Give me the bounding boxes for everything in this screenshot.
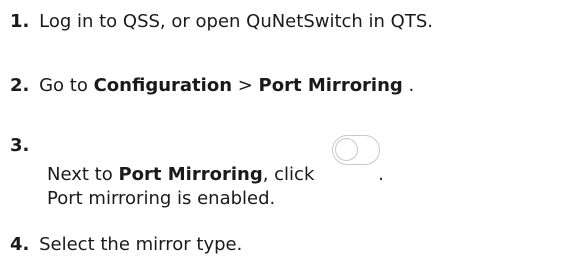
step-text: Select the mirror type.	[39, 234, 243, 255]
toggle-off-icon[interactable]	[332, 135, 380, 165]
step-text-suffix: .	[378, 164, 384, 185]
step-text-suffix: .	[402, 75, 415, 96]
step-1: 1. Log in to QSS, or open QuNetSwitch in…	[10, 10, 433, 34]
step-text-prefix: Go to	[39, 75, 94, 96]
step-4: 4. Select the mirror type.	[10, 233, 242, 257]
step-3-result: Port mirroring is enabled.	[47, 188, 276, 209]
menu-configuration: Configuration	[93, 75, 233, 96]
menu-port-mirroring: Port Mirroring	[258, 75, 403, 96]
step-number: 1.	[10, 11, 30, 32]
step-3: 3. Next to Port Mirroring, click . Port …	[10, 134, 384, 209]
step-number: 4.	[10, 234, 30, 255]
step-number: 3.	[10, 135, 30, 156]
toggle-knob	[335, 138, 358, 161]
step-2: 2. Go to Configuration > Port Mirroring …	[10, 74, 414, 98]
step-text: Go to Configuration > Port Mirroring .	[39, 75, 414, 96]
step-text-middle: , click	[262, 164, 321, 185]
step-text: Log in to QSS, or open QuNetSwitch in QT…	[39, 11, 433, 32]
step-text-prefix: Next to	[47, 164, 119, 185]
step-3-lines: Next to Port Mirroring, click . Port mir…	[47, 163, 384, 211]
step-3-instruction: Next to Port Mirroring, click .	[47, 163, 384, 187]
breadcrumb-separator: >	[232, 75, 259, 96]
step-number: 2.	[10, 75, 30, 96]
label-port-mirroring: Port Mirroring	[118, 164, 263, 185]
